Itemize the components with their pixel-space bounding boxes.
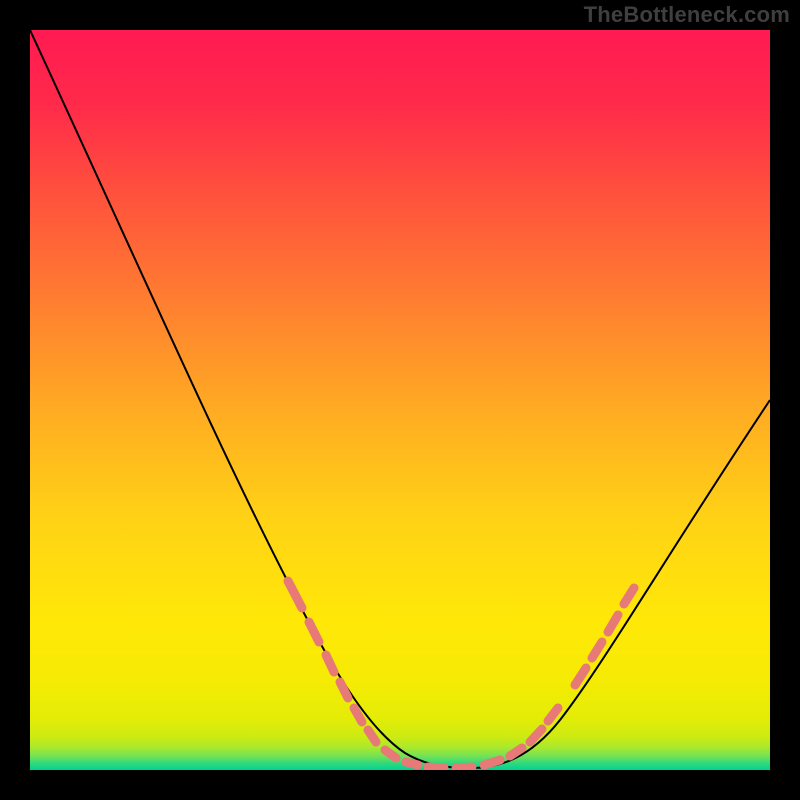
highlight-dash — [340, 682, 348, 698]
highlight-dashes — [288, 581, 634, 768]
highlight-dash — [406, 762, 418, 765]
highlight-dash — [385, 750, 396, 758]
highlight-dash — [592, 642, 602, 658]
highlight-dash — [326, 655, 334, 672]
plot-area — [30, 30, 770, 770]
highlight-dash — [288, 581, 302, 608]
highlight-dash — [484, 760, 500, 765]
highlight-dash — [548, 708, 558, 721]
highlight-dash — [428, 767, 444, 768]
curve-layer — [30, 30, 770, 770]
watermark-text: TheBottleneck.com — [584, 2, 790, 28]
highlight-dash — [309, 622, 319, 642]
chart-frame: TheBottleneck.com — [0, 0, 800, 800]
highlight-dash — [456, 767, 472, 768]
highlight-dash — [368, 730, 376, 742]
highlight-dash — [608, 615, 618, 632]
highlight-dash — [354, 708, 362, 722]
highlight-dash — [575, 668, 586, 685]
highlight-dash — [624, 588, 634, 604]
bottleneck-curve — [30, 30, 770, 768]
